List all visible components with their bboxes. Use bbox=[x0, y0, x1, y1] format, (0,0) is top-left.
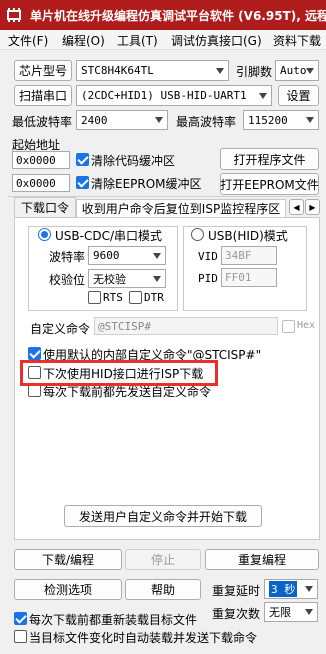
cdc-baud-select[interactable]: 9600 bbox=[88, 246, 166, 265]
repeat-count-label: 重复次数 bbox=[212, 607, 261, 621]
rts-label: RTS bbox=[103, 291, 123, 304]
open-eeprom-button[interactable]: 打开EEPROM文件 bbox=[220, 173, 319, 195]
menu-program[interactable]: 编程(O) bbox=[62, 32, 105, 49]
max-baud-label: 最高波特率 bbox=[176, 115, 237, 129]
tab-download-password[interactable]: 下载口令 bbox=[14, 197, 76, 217]
auto-load-send-checkbox[interactable] bbox=[14, 630, 27, 643]
pins-value: Auto bbox=[280, 64, 307, 77]
min-baud-select[interactable]: 2400 bbox=[76, 110, 168, 130]
menu-bar: 文件(F) 编程(O) 工具(T) 调试仿真接口(G) 资料下载 bbox=[0, 30, 326, 50]
vid-label: VID bbox=[198, 250, 218, 263]
vid-input[interactable]: 34BF bbox=[221, 246, 277, 265]
cdc-parity-value: 无校验 bbox=[93, 272, 126, 286]
cdc-parity-select[interactable]: 无校验 bbox=[88, 269, 166, 288]
pins-select[interactable]: Auto bbox=[275, 60, 319, 81]
min-baud-value: 2400 bbox=[81, 113, 108, 127]
title-bar: 单片机在线升级编程仿真调试平台软件 (V6.95T), 远程现 bbox=[0, 0, 326, 30]
chip-model-button[interactable]: 芯片型号 bbox=[14, 60, 72, 81]
tab-scroll-right-button[interactable]: ▶ bbox=[305, 199, 320, 215]
code-address-value: 0x0000 bbox=[16, 153, 56, 167]
chevron-down-icon bbox=[153, 275, 161, 282]
cdc-mode-radio[interactable] bbox=[38, 228, 51, 241]
rts-checkbox[interactable] bbox=[88, 291, 101, 304]
stop-button[interactable]: 停止 bbox=[125, 549, 201, 570]
chip-model-value: STC8H4K64TL bbox=[81, 64, 154, 77]
hex-checkbox[interactable] bbox=[282, 320, 295, 333]
vid-value: 34BF bbox=[225, 249, 252, 262]
clear-code-checkbox[interactable] bbox=[76, 153, 89, 166]
hid-mode-radio[interactable] bbox=[191, 228, 204, 241]
menu-tools[interactable]: 工具(T) bbox=[117, 32, 158, 49]
chevron-down-icon bbox=[306, 67, 314, 74]
repeat-delay-label: 重复延时 bbox=[212, 584, 261, 598]
repeat-count-select[interactable]: 无限 bbox=[264, 602, 318, 622]
port-value: (2CDC+HID1) USB-HID-UART1 bbox=[81, 89, 247, 102]
port-select[interactable]: (2CDC+HID1) USB-HID-UART1 bbox=[76, 85, 272, 106]
cdc-parity-label: 校验位 bbox=[49, 273, 86, 287]
eeprom-address-input[interactable]: 0x0000 bbox=[12, 174, 70, 192]
port-settings-button[interactable]: 设置 bbox=[278, 85, 319, 106]
chip-model-select[interactable]: STC8H4K64TL bbox=[76, 60, 229, 81]
scan-port-button[interactable]: 扫描串口 bbox=[14, 85, 72, 106]
cdc-mode-label: USB-CDC/串口模式 bbox=[55, 227, 165, 244]
eeprom-address-value: 0x0000 bbox=[16, 176, 56, 190]
repeat-program-button[interactable]: 重复编程 bbox=[205, 549, 319, 570]
reload-target-checkbox[interactable] bbox=[14, 612, 27, 625]
clear-code-label: 清除代码缓冲区 bbox=[91, 154, 176, 168]
hex-label: Hex bbox=[297, 320, 316, 331]
detect-options-button[interactable]: 检测选项 bbox=[14, 579, 122, 600]
tab-scroll-left-button[interactable]: ◀ bbox=[289, 199, 304, 215]
menu-downloads[interactable]: 资料下载 bbox=[273, 32, 321, 49]
clear-eeprom-label: 清除EEPROM缓冲区 bbox=[91, 177, 202, 191]
custom-command-label: 自定义命令 bbox=[30, 322, 91, 336]
pid-value: FF01 bbox=[225, 271, 252, 284]
window-title: 单片机在线升级编程仿真调试平台软件 (V6.95T), 远程现 bbox=[30, 9, 326, 23]
download-program-button[interactable]: 下载/编程 bbox=[14, 549, 122, 570]
menu-debug-interface[interactable]: 调试仿真接口(G) bbox=[171, 32, 262, 49]
use-builtin-command-checkbox[interactable] bbox=[28, 347, 41, 360]
hid-mode-label: USB(HID)模式 bbox=[208, 227, 290, 244]
dtr-checkbox[interactable] bbox=[129, 291, 142, 304]
menu-file[interactable]: 文件(F) bbox=[8, 32, 48, 49]
custom-command-input[interactable]: @STCISP# bbox=[94, 317, 278, 335]
chevron-down-icon bbox=[306, 117, 314, 123]
send-command-start-button[interactable]: 发送用户自定义命令并开始下载 bbox=[64, 505, 262, 527]
pid-input[interactable]: FF01 bbox=[221, 268, 277, 287]
chevron-down-icon bbox=[216, 67, 224, 74]
repeat-delay-select[interactable]: 3 秒 bbox=[264, 579, 318, 599]
auto-load-send-label: 当目标文件变化时自动装载并发送下载命令 bbox=[29, 631, 258, 645]
cdc-baud-label: 波特率 bbox=[49, 250, 86, 264]
custom-command-value: @STCISP# bbox=[98, 319, 151, 333]
chevron-down-icon bbox=[305, 609, 313, 615]
open-program-button[interactable]: 打开程序文件 bbox=[220, 148, 319, 170]
help-button[interactable]: 帮助 bbox=[125, 579, 201, 600]
min-baud-label: 最低波特率 bbox=[12, 115, 73, 129]
clear-eeprom-checkbox[interactable] bbox=[76, 176, 89, 189]
chevron-down-icon bbox=[155, 117, 163, 123]
cdc-baud-value: 9600 bbox=[93, 249, 120, 262]
app-icon bbox=[7, 8, 21, 22]
chevron-right-icon: ▶ bbox=[309, 202, 316, 212]
reload-target-label: 每次下载前都重新装载目标文件 bbox=[29, 613, 198, 627]
repeat-delay-value: 3 秒 bbox=[269, 581, 298, 597]
chevron-down-icon bbox=[259, 92, 267, 99]
chevron-left-icon: ◀ bbox=[293, 202, 300, 212]
repeat-count-value: 无限 bbox=[269, 606, 291, 619]
pins-label: 引脚数 bbox=[236, 65, 273, 79]
max-baud-select[interactable]: 115200 bbox=[243, 110, 319, 130]
max-baud-value: 115200 bbox=[248, 113, 288, 127]
chevron-down-icon bbox=[305, 586, 313, 592]
pid-label: PID bbox=[198, 272, 218, 285]
chevron-down-icon bbox=[153, 252, 161, 259]
code-address-input[interactable]: 0x0000 bbox=[12, 151, 70, 169]
tab-receive-command-reset[interactable]: 收到用户命令后复位到ISP监控程序区 bbox=[76, 199, 286, 217]
dtr-label: DTR bbox=[144, 291, 164, 304]
highlight-box bbox=[20, 360, 218, 386]
